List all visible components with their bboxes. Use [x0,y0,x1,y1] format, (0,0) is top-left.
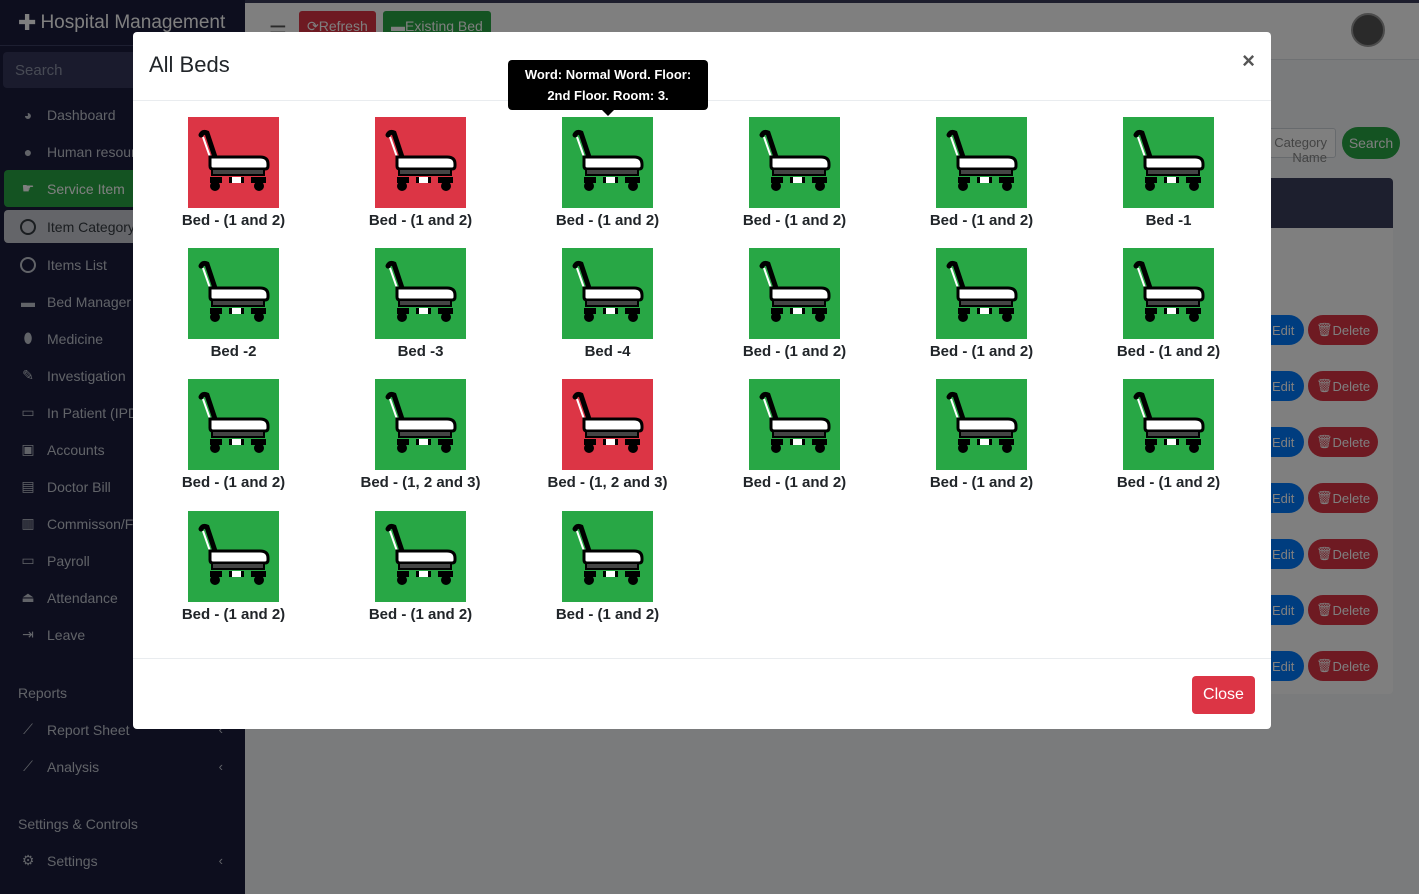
bed-label: Bed - (1 and 2) [368,212,473,229]
bed-icon[interactable] [375,511,466,602]
bed-label: Bed -1 [1145,212,1192,229]
bed-icon[interactable] [749,248,840,339]
bed-card[interactable]: Bed -4 [514,248,701,360]
bed-label: Bed - (1 and 2) [555,212,660,229]
bed-icon[interactable] [936,379,1027,470]
bed-label: Bed - (1 and 2) [742,212,847,229]
bed-icon[interactable] [1123,117,1214,208]
bed-card[interactable]: Bed - (1 and 2) [701,117,888,229]
bed-icon[interactable] [1123,379,1214,470]
bed-icon[interactable] [375,379,466,470]
bed-icon[interactable] [562,379,653,470]
bed-icon[interactable] [375,117,466,208]
bed-icon[interactable] [936,248,1027,339]
bed-icon[interactable] [749,117,840,208]
bed-label: Bed - (1 and 2) [555,606,660,623]
bed-icon[interactable] [562,117,653,208]
bed-label: Bed - (1 and 2) [368,606,473,623]
bed-card[interactable]: Bed - (1 and 2) [888,117,1075,229]
bed-card[interactable]: Bed - (1 and 2) [888,379,1075,491]
bed-label: Bed - (1 and 2) [929,343,1034,360]
bed-icon[interactable] [936,117,1027,208]
bed-icon[interactable] [562,248,653,339]
bed-tooltip: Word: Normal Word. Floor: 2nd Floor. Roo… [508,60,708,116]
bed-card[interactable]: Bed - (1 and 2) [327,511,514,623]
bed-card[interactable]: Bed - (1 and 2) [514,117,701,229]
bed-icon[interactable] [375,248,466,339]
bed-icon[interactable] [188,379,279,470]
bed-label: Bed -2 [210,343,257,360]
bed-label: Bed - (1 and 2) [929,474,1034,491]
bed-icon[interactable] [188,511,279,602]
bed-icon[interactable] [562,511,653,602]
bed-icon[interactable] [749,379,840,470]
bed-label: Bed - (1, 2 and 3) [547,474,668,491]
bed-card[interactable]: Bed - (1 and 2) [514,511,701,623]
bed-label: Bed - (1 and 2) [742,474,847,491]
bed-card[interactable]: Bed -3 [327,248,514,360]
bed-card[interactable]: Bed - (1 and 2) [140,511,327,623]
bed-card[interactable]: Bed - (1 and 2) [888,248,1075,360]
bed-card[interactable]: Bed - (1 and 2) [140,379,327,491]
bed-icon[interactable] [188,248,279,339]
bed-label: Bed -3 [397,343,444,360]
bed-label: Bed - (1 and 2) [742,343,847,360]
bed-icon[interactable] [1123,248,1214,339]
bed-card[interactable]: Bed - (1 and 2) [701,248,888,360]
bed-label: Bed - (1, 2 and 3) [360,474,481,491]
bed-label: Bed - (1 and 2) [181,212,286,229]
close-button[interactable]: Close [1192,676,1255,714]
bed-card[interactable]: Bed - (1 and 2) [327,117,514,229]
bed-label: Bed -4 [584,343,631,360]
bed-card[interactable]: Bed - (1, 2 and 3) [327,379,514,491]
bed-label: Bed - (1 and 2) [929,212,1034,229]
bed-card[interactable]: Bed - (1, 2 and 3) [514,379,701,491]
bed-label: Bed - (1 and 2) [181,474,286,491]
bed-label: Bed - (1 and 2) [1116,474,1221,491]
bed-card[interactable]: Bed - (1 and 2) [140,117,327,229]
bed-label: Bed - (1 and 2) [181,606,286,623]
bed-card[interactable]: Bed -2 [140,248,327,360]
bed-card[interactable]: Bed - (1 and 2) [701,379,888,491]
bed-label: Bed - (1 and 2) [1116,343,1221,360]
modal-footer: Close [133,658,1271,729]
bed-icon[interactable] [188,117,279,208]
bed-card[interactable]: Bed -1 [1075,117,1262,229]
modal-title: All Beds [149,52,230,77]
bed-card[interactable]: Bed - (1 and 2) [1075,379,1262,491]
all-beds-modal: All Beds × Bed - (1 and 2) Bed - (1 and … [133,32,1271,729]
close-icon[interactable]: × [1242,48,1255,74]
bed-card[interactable]: Bed - (1 and 2) [1075,248,1262,360]
